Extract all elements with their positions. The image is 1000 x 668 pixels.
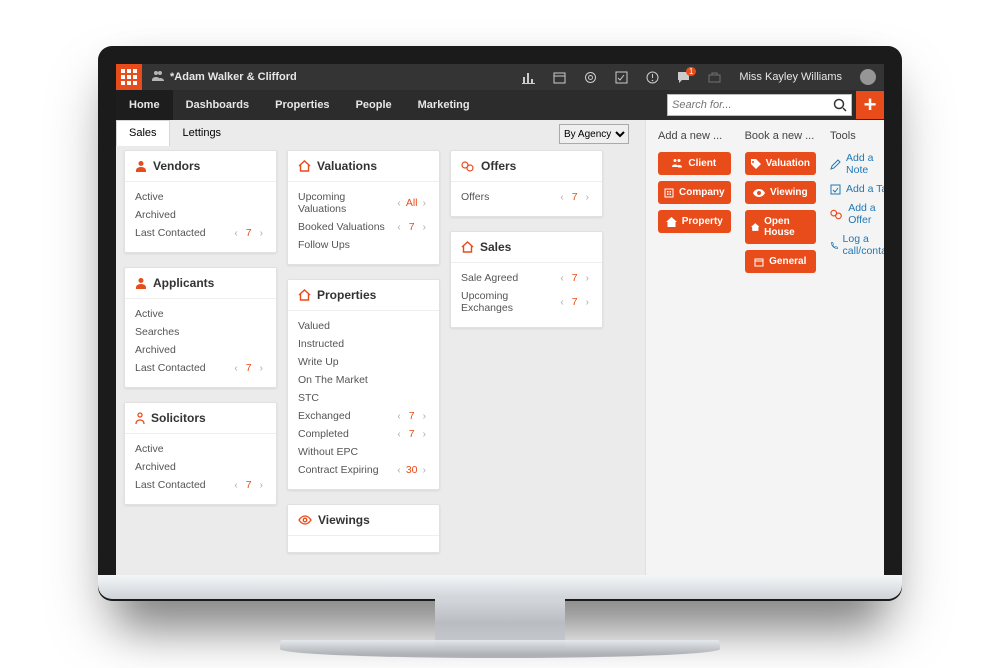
btn-open-house[interactable]: Open House <box>745 210 816 244</box>
card-sales: SalesSale Agreed‹7›Upcoming Exchanges‹7› <box>450 231 603 328</box>
chevron-right-icon[interactable]: › <box>583 297 592 308</box>
row-item[interactable]: Active <box>135 188 266 206</box>
side-panel: Add a new ... Client Company Property Bo… <box>645 120 884 579</box>
btn-viewing[interactable]: Viewing <box>745 181 816 204</box>
row-item[interactable]: Valued <box>298 317 429 335</box>
card-offers: OffersOffers‹7› <box>450 150 603 217</box>
tool-add-a-note[interactable]: Add a Note <box>830 152 884 176</box>
tools-header: Tools <box>830 130 884 142</box>
notif-badge: 1 <box>686 67 696 76</box>
avatar[interactable] <box>860 69 876 85</box>
chevron-left-icon[interactable]: ‹ <box>394 411 403 422</box>
search-input[interactable] <box>672 99 833 111</box>
app-logo[interactable] <box>116 64 142 90</box>
row-item[interactable]: Searches <box>135 323 266 341</box>
row-item[interactable]: Active <box>135 305 266 323</box>
alert-icon[interactable] <box>646 71 659 84</box>
chevron-right-icon[interactable]: › <box>420 429 429 440</box>
chevron-right-icon[interactable]: › <box>257 480 266 491</box>
report-icon[interactable] <box>522 71 535 84</box>
tool-add-a-task[interactable]: Add a Task <box>830 183 884 195</box>
tab-lettings[interactable]: Lettings <box>170 120 235 146</box>
row-item[interactable]: Archived <box>135 206 266 224</box>
search-box[interactable] <box>667 94 852 116</box>
chevron-left-icon[interactable]: ‹ <box>557 192 566 203</box>
chevron-right-icon[interactable]: › <box>420 465 429 476</box>
chevron-left-icon[interactable]: ‹ <box>557 273 566 284</box>
company-title: *Adam Walker & Clifford <box>170 71 297 83</box>
btn-company[interactable]: Company <box>658 181 731 204</box>
tool-add-a-offer[interactable]: Add a Offer <box>830 202 884 226</box>
btn-client[interactable]: Client <box>658 152 731 175</box>
row-item[interactable]: Archived <box>135 341 266 359</box>
row-item[interactable]: Booked Valuations‹7› <box>298 218 429 236</box>
target-icon[interactable] <box>584 71 597 84</box>
btn-property[interactable]: Property <box>658 210 731 233</box>
chevron-left-icon[interactable]: ‹ <box>394 222 403 233</box>
chevron-right-icon[interactable]: › <box>257 363 266 374</box>
add-new-header: Add a new ... <box>658 130 731 142</box>
btn-general[interactable]: General <box>745 250 816 273</box>
chat-icon[interactable]: 1 <box>677 71 690 84</box>
nav-people[interactable]: People <box>343 90 405 120</box>
search-icon <box>833 98 847 112</box>
tool-log-a-call-contact[interactable]: Log a call/contact <box>830 233 884 257</box>
row-item[interactable]: Follow Ups <box>298 236 429 254</box>
row-item[interactable]: Write Up <box>298 353 429 371</box>
chevron-left-icon[interactable]: ‹ <box>394 198 403 209</box>
row-item[interactable]: Sale Agreed‹7› <box>461 269 592 287</box>
chevron-right-icon[interactable]: › <box>257 228 266 239</box>
row-item[interactable]: Last Contacted‹7› <box>135 476 266 494</box>
row-item[interactable]: Instructed <box>298 335 429 353</box>
chevron-left-icon[interactable]: ‹ <box>231 228 240 239</box>
btn-valuation[interactable]: Valuation <box>745 152 816 175</box>
row-item[interactable]: Exchanged‹7› <box>298 407 429 425</box>
row-item[interactable]: Completed‹7› <box>298 425 429 443</box>
chevron-right-icon[interactable]: › <box>583 192 592 203</box>
card-vendors: VendorsActiveArchivedLast Contacted‹7› <box>124 150 277 253</box>
card-properties: PropertiesValuedInstructedWrite UpOn The… <box>287 279 440 490</box>
row-item[interactable]: Upcoming Valuations‹All› <box>298 188 429 218</box>
nav-home[interactable]: Home <box>116 90 173 120</box>
nav-marketing[interactable]: Marketing <box>405 90 483 120</box>
nav-properties[interactable]: Properties <box>262 90 342 120</box>
chevron-left-icon[interactable]: ‹ <box>557 297 566 308</box>
group-icon <box>152 71 164 84</box>
row-item[interactable]: Offers‹7› <box>461 188 592 206</box>
chevron-right-icon[interactable]: › <box>420 411 429 422</box>
calendar-icon[interactable] <box>553 71 566 84</box>
chevron-left-icon[interactable]: ‹ <box>394 429 403 440</box>
card-applicants: ApplicantsActiveSearchesArchivedLast Con… <box>124 267 277 388</box>
card-solicitors: SolicitorsActiveArchivedLast Contacted‹7… <box>124 402 277 505</box>
card-viewings: Viewings <box>287 504 440 553</box>
tab-sales[interactable]: Sales <box>116 120 170 146</box>
chevron-left-icon[interactable]: ‹ <box>231 480 240 491</box>
book-new-header: Book a new ... <box>745 130 816 142</box>
add-button[interactable]: + <box>856 91 884 119</box>
row-item[interactable]: Active <box>135 440 266 458</box>
chevron-left-icon[interactable]: ‹ <box>231 363 240 374</box>
chevron-right-icon[interactable]: › <box>420 198 429 209</box>
nav-dashboards[interactable]: Dashboards <box>173 90 263 120</box>
row-item[interactable]: On The Market <box>298 371 429 389</box>
row-item[interactable]: Archived <box>135 458 266 476</box>
topbar: *Adam Walker & Clifford 1 Miss Kayley Wi… <box>116 64 884 90</box>
row-item[interactable]: Contract Expiring‹30› <box>298 461 429 479</box>
card-valuations: ValuationsUpcoming Valuations‹All›Booked… <box>287 150 440 265</box>
chevron-left-icon[interactable]: ‹ <box>394 465 403 476</box>
chevron-right-icon[interactable]: › <box>583 273 592 284</box>
filter-select[interactable]: By Agency <box>559 124 629 144</box>
chevron-right-icon[interactable]: › <box>420 222 429 233</box>
briefcase-icon[interactable] <box>708 71 721 84</box>
row-item[interactable]: STC <box>298 389 429 407</box>
username[interactable]: Miss Kayley Williams <box>739 71 842 83</box>
navbar: HomeDashboardsPropertiesPeopleMarketing … <box>116 90 884 120</box>
row-item[interactable]: Upcoming Exchanges‹7› <box>461 287 592 317</box>
row-item[interactable]: Last Contacted‹7› <box>135 359 266 377</box>
row-item[interactable]: Last Contacted‹7› <box>135 224 266 242</box>
tasks-icon[interactable] <box>615 71 628 84</box>
row-item[interactable]: Without EPC <box>298 443 429 461</box>
